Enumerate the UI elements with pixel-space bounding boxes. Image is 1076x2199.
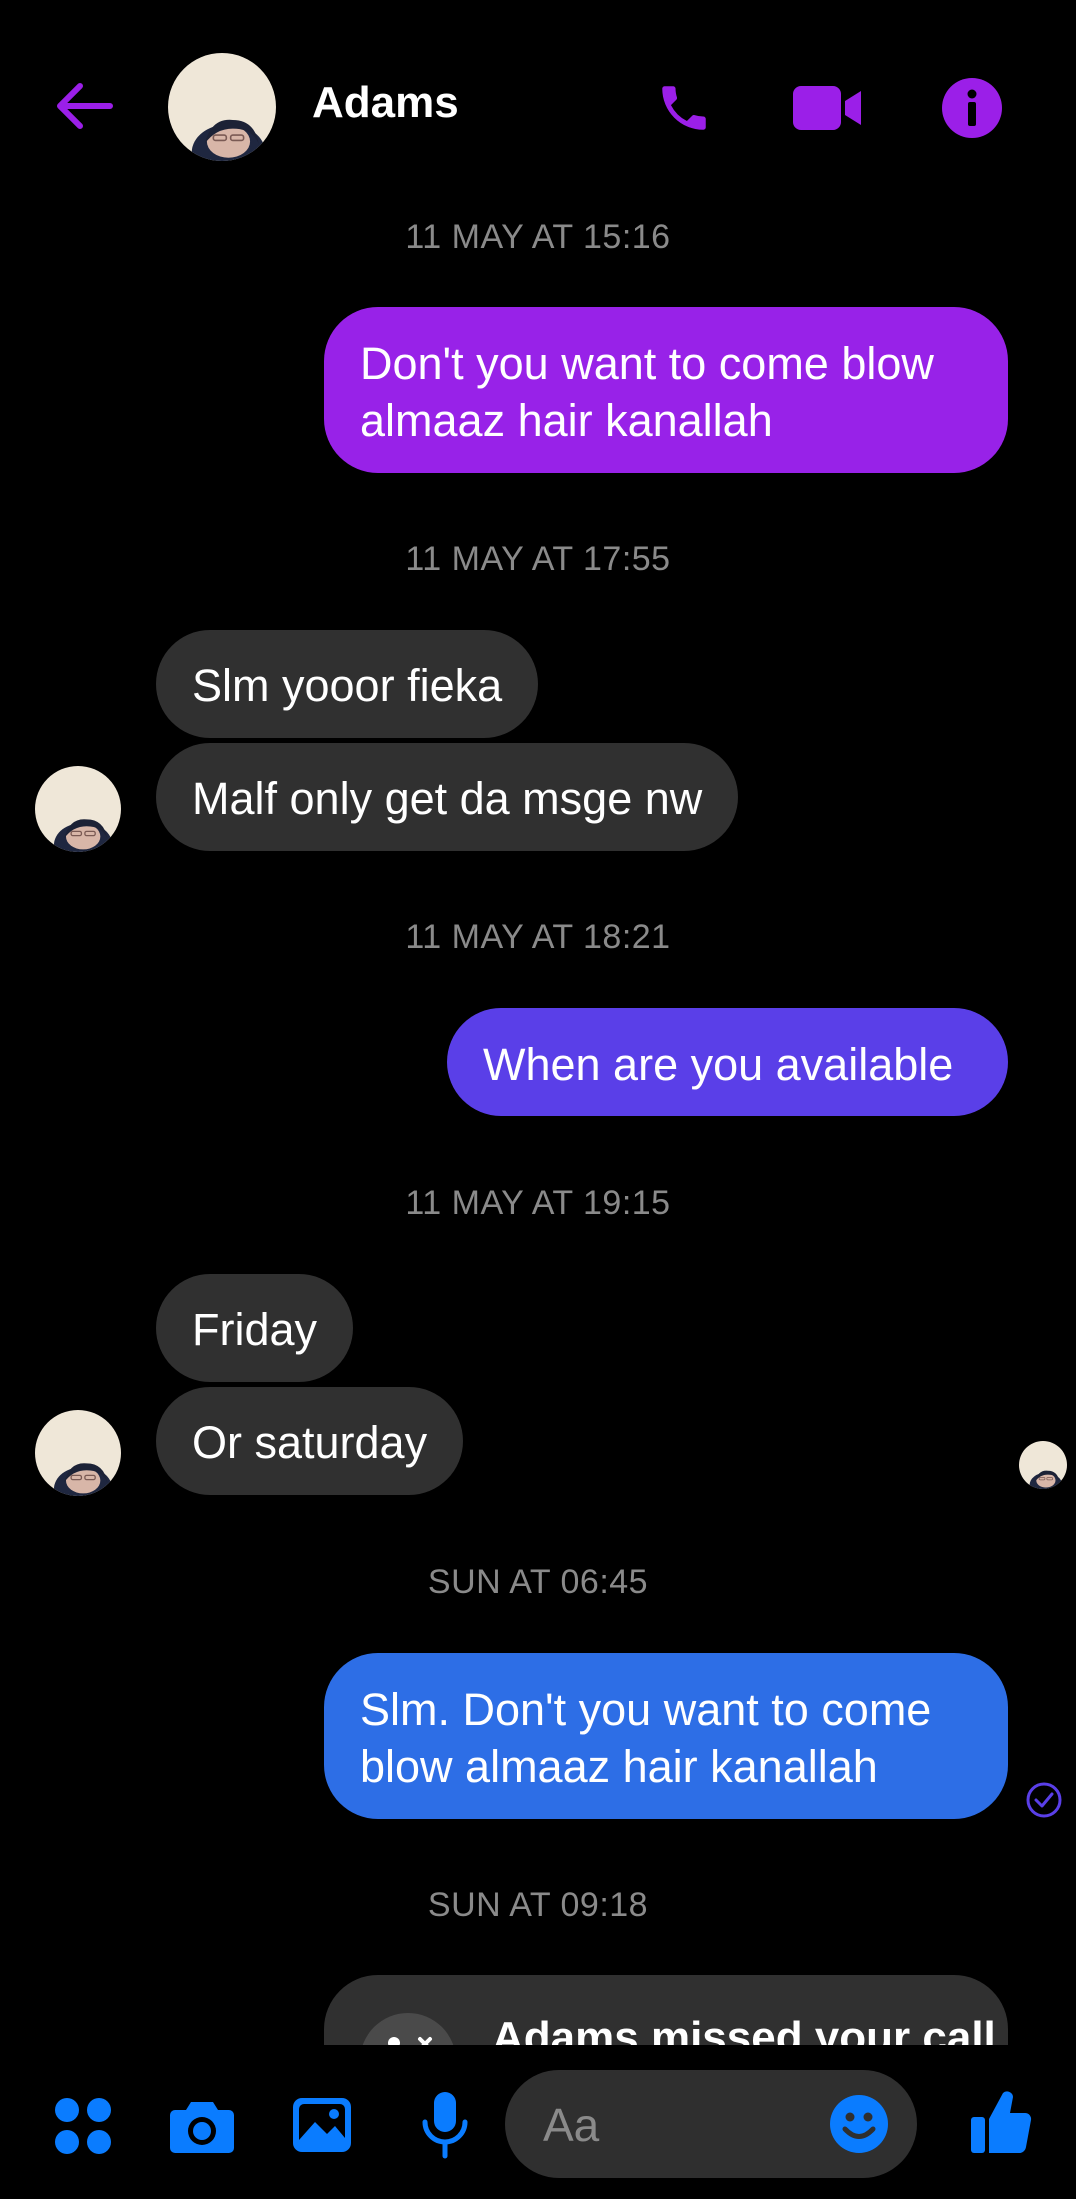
missed-call-card[interactable]: Adams missed your call bbox=[324, 1975, 1008, 2045]
message-input-wrapper[interactable] bbox=[505, 2070, 917, 2180]
apps-grid-icon bbox=[55, 2098, 111, 2154]
camera-button[interactable] bbox=[168, 2095, 236, 2157]
apps-button[interactable] bbox=[52, 2095, 114, 2157]
incoming-message[interactable]: Friday bbox=[156, 1274, 354, 1382]
gallery-button[interactable] bbox=[290, 2093, 354, 2157]
back-arrow-icon bbox=[57, 83, 113, 129]
audio-call-button[interactable] bbox=[652, 76, 716, 140]
emoji-icon bbox=[830, 2095, 888, 2153]
composer-bar bbox=[0, 2045, 1076, 2199]
phone-icon bbox=[662, 86, 706, 130]
back-button[interactable] bbox=[50, 78, 116, 134]
incoming-message[interactable]: Or saturday bbox=[156, 1387, 464, 1495]
conversation-info-button[interactable] bbox=[940, 76, 1004, 140]
conversation-header: Adams bbox=[0, 0, 1076, 215]
timestamp: SUN AT 06:45 bbox=[427, 1563, 649, 1601]
check-circle-icon bbox=[1026, 1782, 1062, 1818]
seen-receipt-avatar bbox=[1019, 1441, 1067, 1489]
microphone-icon bbox=[422, 2092, 468, 2159]
timestamp: SUN AT 09:18 bbox=[427, 1886, 649, 1924]
delivered-status bbox=[1025, 1781, 1063, 1819]
image-icon bbox=[293, 2098, 351, 2152]
like-button[interactable] bbox=[968, 2085, 1034, 2157]
contact-avatar-small[interactable] bbox=[35, 766, 121, 852]
emoji-button[interactable] bbox=[829, 2094, 889, 2154]
contact-name[interactable]: Adams bbox=[312, 78, 459, 128]
message-input[interactable] bbox=[541, 2070, 805, 2180]
camera-icon bbox=[170, 2102, 234, 2153]
video-call-button[interactable] bbox=[791, 80, 863, 136]
timestamp: 11 MAY AT 19:15 bbox=[405, 1184, 671, 1222]
video-camera-icon bbox=[793, 86, 861, 130]
contact-avatar[interactable] bbox=[168, 53, 276, 161]
missed-call-icon bbox=[360, 2013, 456, 2045]
timestamp: 11 MAY AT 17:55 bbox=[405, 540, 671, 578]
outgoing-message[interactable]: Slm. Don't you want to come blow almaaz … bbox=[324, 1653, 1008, 1819]
contact-avatar-small[interactable] bbox=[35, 1410, 121, 1496]
incoming-message[interactable]: Slm yooor fieka bbox=[156, 630, 539, 738]
voice-message-button[interactable] bbox=[418, 2089, 472, 2161]
incoming-message[interactable]: Malf only get da msge nw bbox=[156, 743, 739, 851]
timestamp: 11 MAY AT 18:21 bbox=[405, 918, 671, 956]
info-icon bbox=[942, 78, 1002, 138]
outgoing-message[interactable]: Don't you want to come blow almaaz hair … bbox=[324, 307, 1008, 473]
outgoing-message[interactable]: When are you available bbox=[447, 1008, 1008, 1116]
timestamp: 11 MAY AT 15:16 bbox=[405, 218, 671, 256]
missed-call-label: Adams missed your call bbox=[492, 2013, 996, 2045]
thumbs-up-icon bbox=[971, 2091, 1032, 2154]
